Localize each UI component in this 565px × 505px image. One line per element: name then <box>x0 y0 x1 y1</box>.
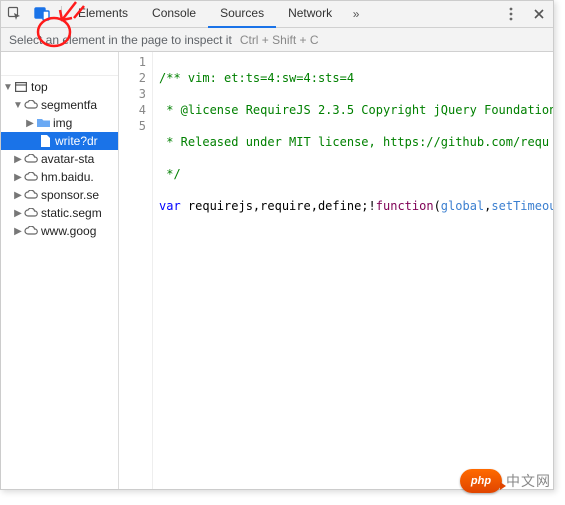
tree-item-origin[interactable]: ▶ www.goog <box>1 222 118 240</box>
tab-elements[interactable]: Elements <box>66 1 140 28</box>
tab-console[interactable]: Console <box>140 1 208 28</box>
code-editor[interactable]: 1 2 3 4 5 /** vim: et:ts=4:sw=4:sts=4 * … <box>119 52 553 489</box>
devtools-tabs: Elements Console Sources Network <box>66 1 344 28</box>
cloud-icon <box>23 226 39 236</box>
file-icon <box>37 135 53 147</box>
tab-sources[interactable]: Sources <box>208 1 276 28</box>
devtools-toolbar: Elements Console Sources Network » <box>1 1 553 28</box>
chevron-down-icon: ▼ <box>3 82 13 93</box>
window-icon <box>13 82 29 92</box>
inspect-tooltip: Select an element in the page to inspect… <box>1 28 553 52</box>
file-tree: ▼ top ▼ segmentfa ▶ img <box>1 76 118 240</box>
tree-item-origin[interactable]: ▶ avatar-sta <box>1 150 118 168</box>
toggle-device-toolbar-button[interactable] <box>29 1 57 27</box>
cloud-icon <box>23 190 39 200</box>
chevron-down-icon: ▼ <box>13 100 23 111</box>
sources-sidebar: ▼ top ▼ segmentfa ▶ img <box>1 52 119 489</box>
watermark: php 中文网 <box>460 469 551 493</box>
close-devtools-button[interactable] <box>525 1 553 27</box>
tooltip-shortcut: Ctrl + Shift + C <box>240 33 319 47</box>
toolbar-divider <box>61 6 62 22</box>
tree-item-top[interactable]: ▼ top <box>1 78 118 96</box>
tree-item-file-selected[interactable]: write?dr <box>1 132 118 150</box>
line-gutter: 1 2 3 4 5 <box>119 52 153 489</box>
more-tabs-button[interactable]: » <box>344 7 368 21</box>
chevron-right-icon: ▶ <box>13 172 23 183</box>
cloud-icon <box>23 100 39 110</box>
tab-network[interactable]: Network <box>276 1 344 28</box>
tree-item-origin[interactable]: ▶ hm.baidu. <box>1 168 118 186</box>
chevron-right-icon: ▶ <box>13 226 23 237</box>
devtools-panel: Elements Console Sources Network » Selec… <box>0 0 554 490</box>
tree-item-origin[interactable]: ▶ static.segm <box>1 204 118 222</box>
inspect-element-button[interactable] <box>1 1 29 27</box>
code-content: /** vim: et:ts=4:sw=4:sts=4 * @license R… <box>153 52 553 489</box>
chevron-right-icon: ▶ <box>13 154 23 165</box>
tooltip-text: Select an element in the page to inspect… <box>9 33 232 47</box>
tree-item-origin[interactable]: ▶ sponsor.se <box>1 186 118 204</box>
chevron-right-icon: ▶ <box>13 190 23 201</box>
tree-item-folder[interactable]: ▶ img <box>1 114 118 132</box>
watermark-text: 中文网 <box>506 471 551 491</box>
folder-icon <box>35 118 51 128</box>
chevron-right-icon: ▶ <box>13 208 23 219</box>
cloud-icon <box>23 154 39 164</box>
cloud-icon <box>23 172 39 182</box>
chevron-right-icon: ▶ <box>25 118 35 129</box>
cloud-icon <box>23 208 39 218</box>
sidebar-toolbar <box>1 52 118 76</box>
watermark-logo: php <box>460 469 502 493</box>
kebab-menu-button[interactable] <box>497 1 525 27</box>
tree-item-origin[interactable]: ▼ segmentfa <box>1 96 118 114</box>
sources-panel: ▼ top ▼ segmentfa ▶ img <box>1 52 553 489</box>
